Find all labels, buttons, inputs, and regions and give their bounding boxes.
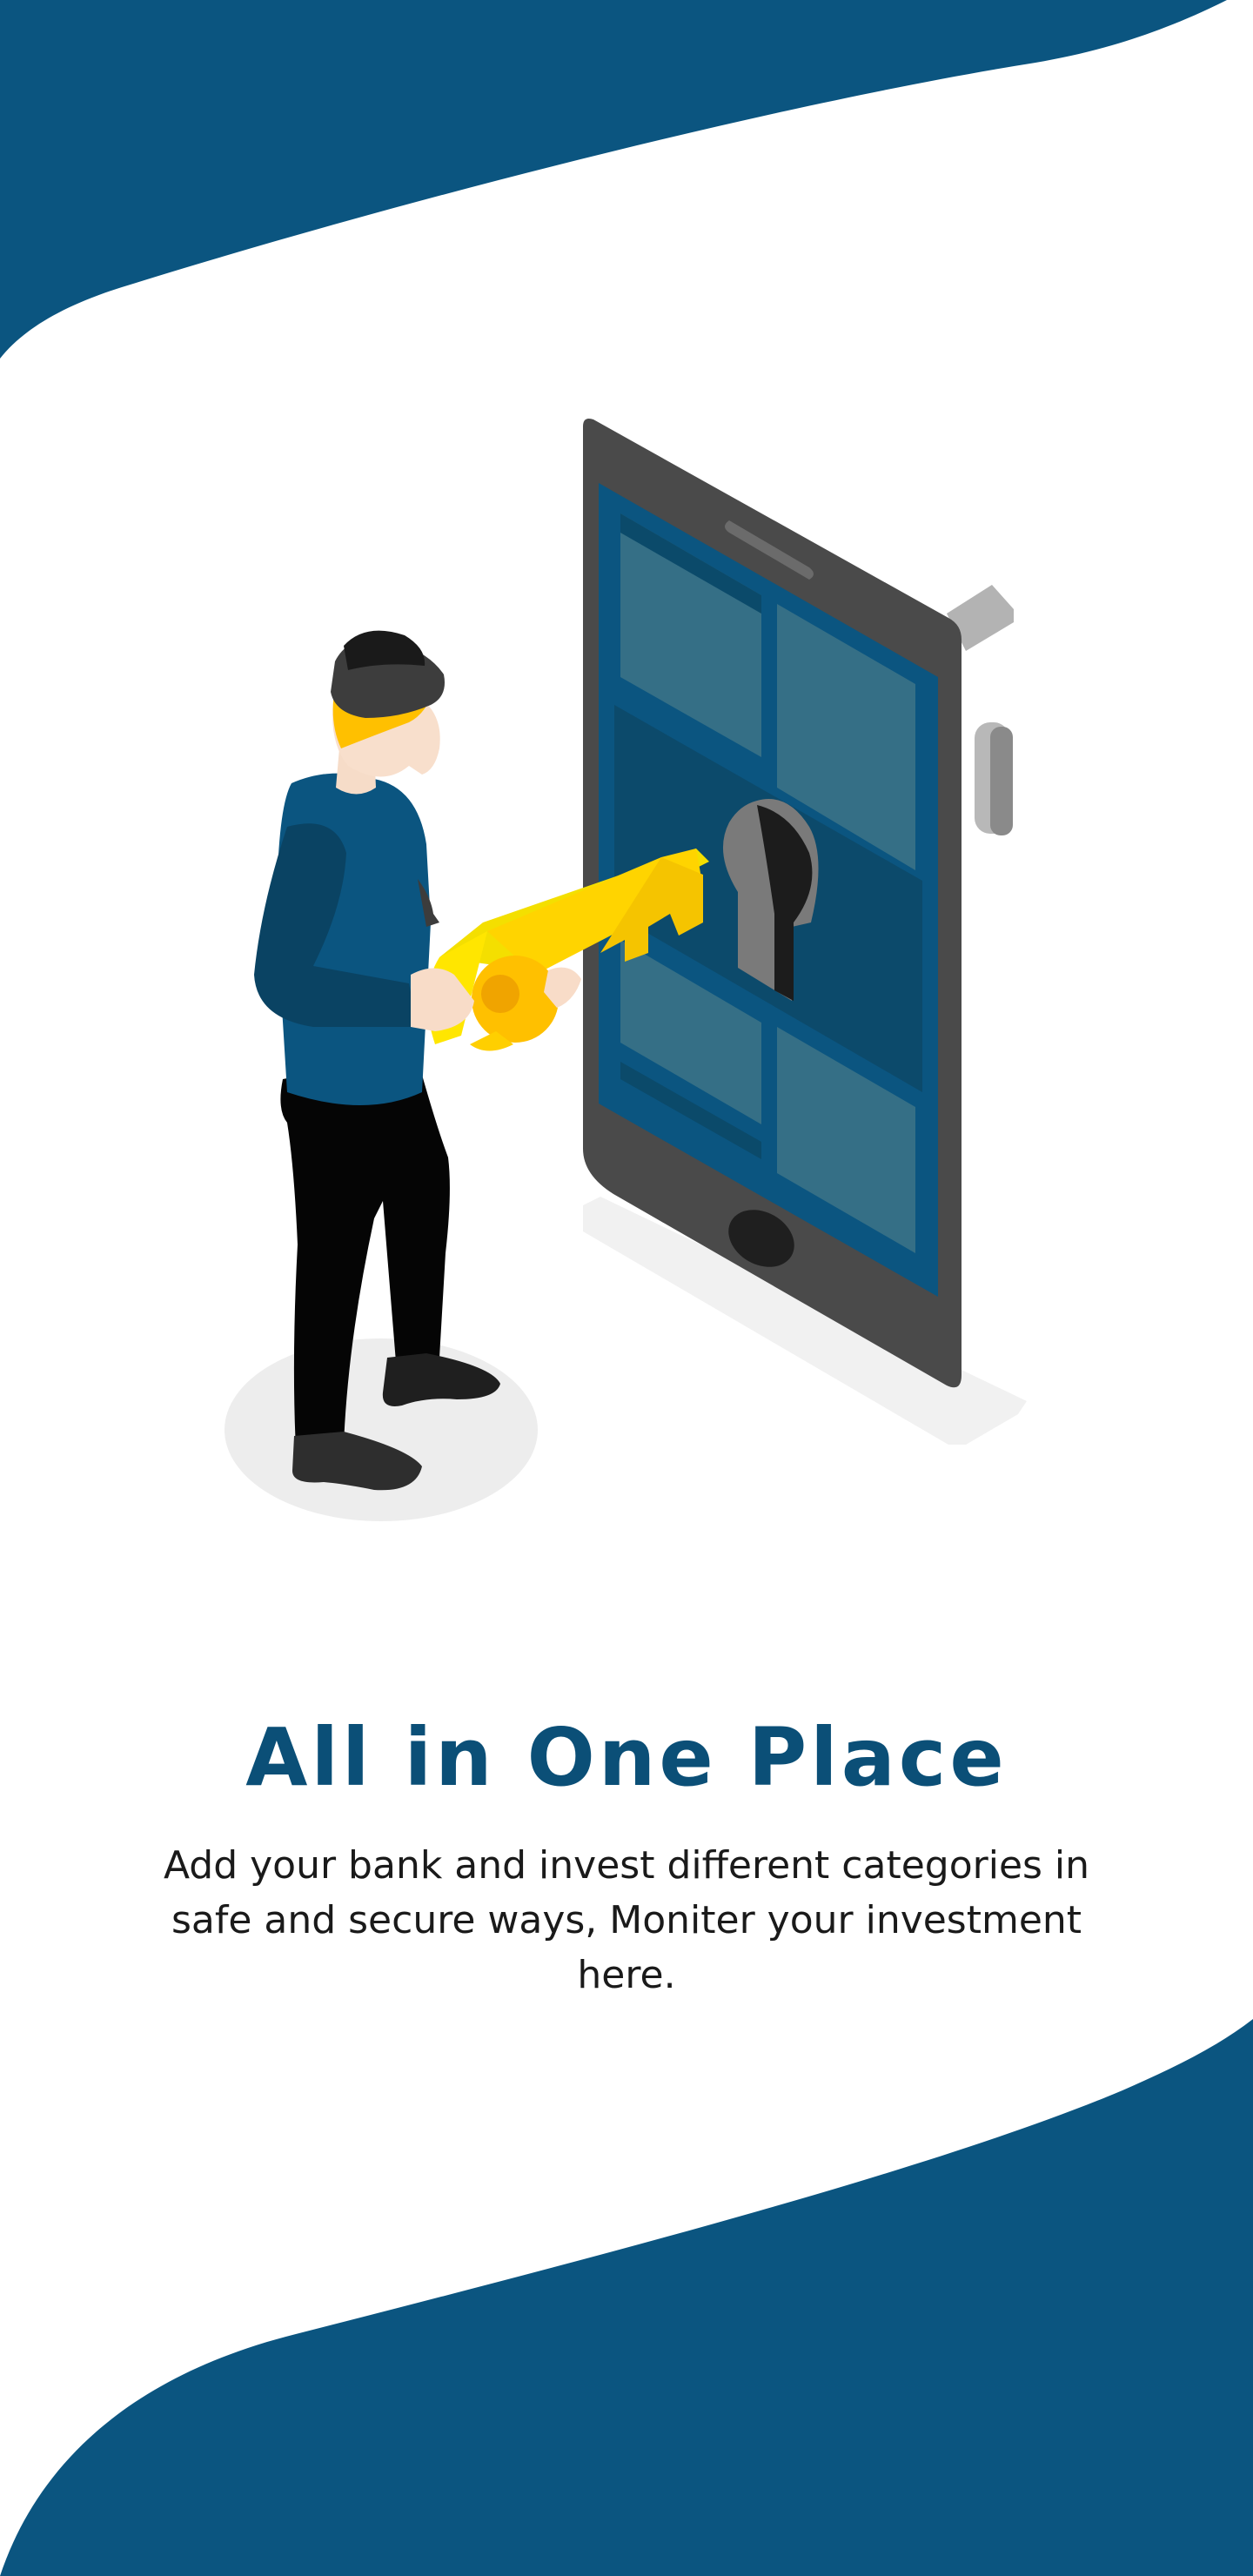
bottom-wave-decoration xyxy=(0,2019,1253,2576)
onboarding-title: All in One Place xyxy=(245,1711,1008,1804)
security-illustration xyxy=(224,419,1027,1521)
person-with-key-icon xyxy=(254,630,581,1491)
onboarding-screen: All in One Place Add your bank and inves… xyxy=(0,0,1253,2576)
onboarding-description: Add your bank and invest different categ… xyxy=(163,1843,1090,1997)
